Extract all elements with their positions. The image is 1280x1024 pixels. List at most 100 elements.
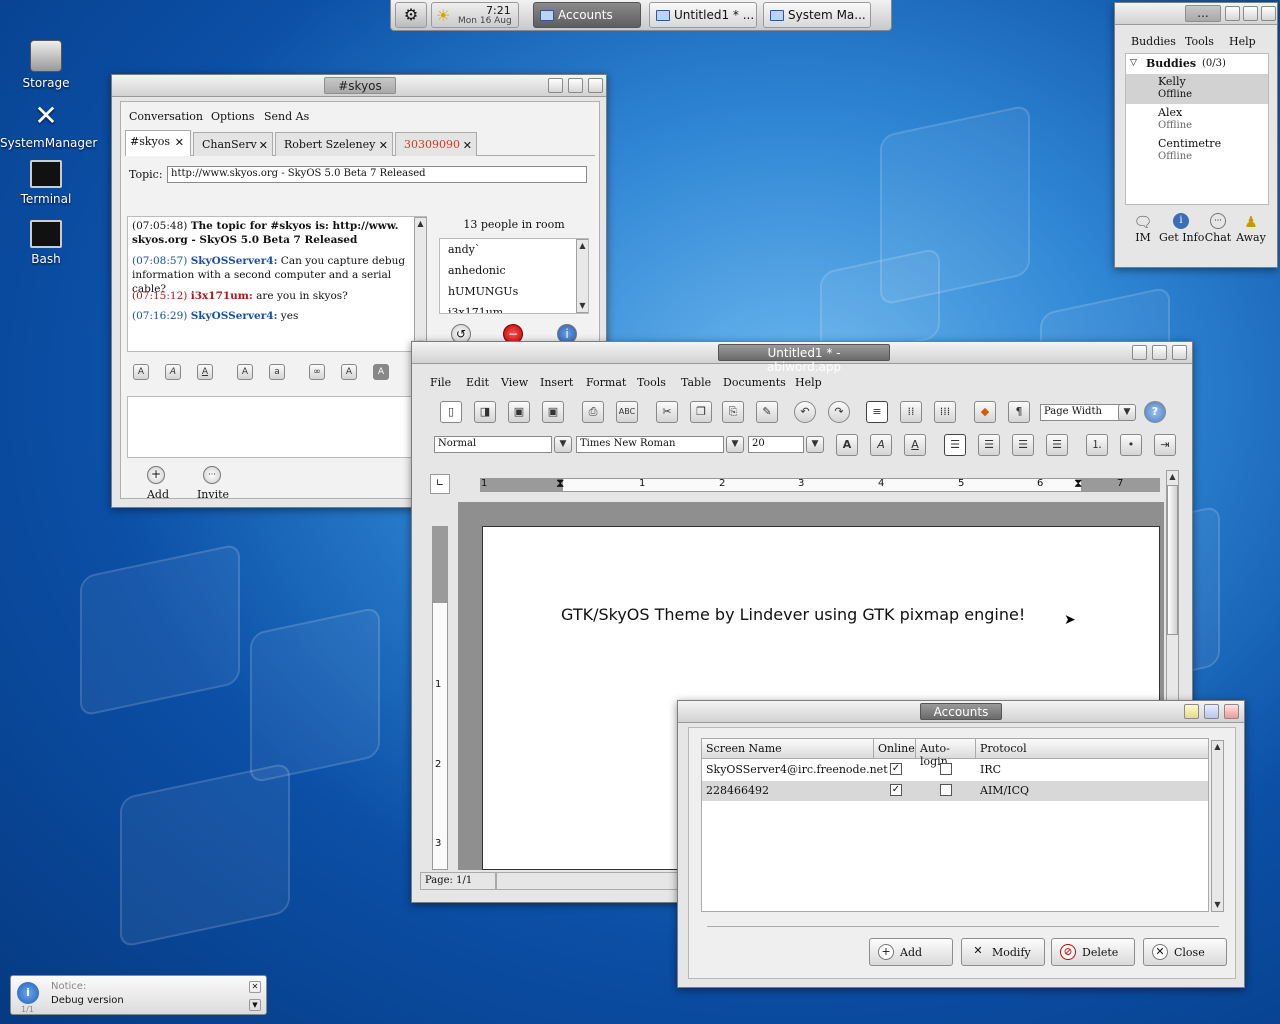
maximize-button[interactable] xyxy=(568,78,583,93)
buddy-item[interactable]: Centimetre Offline xyxy=(1126,136,1268,166)
autologin-checkbox[interactable] xyxy=(940,763,952,775)
expand-triangle-icon[interactable]: ▽ xyxy=(1130,58,1137,68)
background-color-icon[interactable]: A xyxy=(373,364,389,380)
taskbar-item-abiword[interactable]: Untitled1 * ... xyxy=(649,2,757,28)
add-button[interactable]: + Add xyxy=(143,466,173,501)
minimize-button[interactable] xyxy=(548,78,563,93)
close-accounts-button[interactable]: ✕ Close xyxy=(1143,938,1227,966)
menu-documents[interactable]: Documents xyxy=(723,376,786,389)
font-icon[interactable]: A xyxy=(341,364,357,380)
close-button[interactable] xyxy=(1261,6,1276,21)
tab-skyos[interactable]: #skyos ✕ xyxy=(125,130,191,156)
people-scrollbar[interactable]: ▲ ▼ xyxy=(576,239,588,313)
copy-icon[interactable]: ❐ xyxy=(690,401,712,423)
maximize-button[interactable] xyxy=(1152,345,1167,360)
online-checkbox[interactable]: ✓ xyxy=(890,763,902,775)
underline-icon[interactable]: A xyxy=(197,364,213,380)
help-icon[interactable]: ? xyxy=(1144,401,1166,423)
start-menu-button[interactable]: ⚙ xyxy=(395,2,427,28)
bulleted-list-icon[interactable]: • xyxy=(1120,434,1142,456)
font-smaller-icon[interactable]: a xyxy=(269,364,285,380)
insert-image-icon[interactable]: ◆ xyxy=(974,401,996,423)
desktop-icon-bash[interactable]: Bash xyxy=(0,220,92,266)
menu-tools[interactable]: Tools xyxy=(637,376,666,389)
italic-icon[interactable]: A xyxy=(165,364,181,380)
desktop-icon-terminal[interactable]: Terminal xyxy=(0,160,92,206)
online-checkbox[interactable]: ✓ xyxy=(890,784,902,796)
column-header-auto-login[interactable]: Auto-login xyxy=(916,739,976,768)
scroll-up-icon[interactable]: ▲ xyxy=(1167,471,1178,483)
scroll-up-icon[interactable]: ▲ xyxy=(415,218,426,230)
taskbar-item-accounts[interactable]: Accounts xyxy=(533,2,641,28)
maximize-button[interactable] xyxy=(1204,704,1219,719)
save-as-icon[interactable]: ▣ xyxy=(542,401,564,423)
bold-icon[interactable]: A xyxy=(836,434,858,456)
titlebar[interactable]: ... xyxy=(1115,3,1277,25)
maximize-button[interactable] xyxy=(1243,6,1258,21)
person-item[interactable]: anhedonic xyxy=(448,264,506,277)
right-margin-marker-icon[interactable]: ⧗ xyxy=(1074,476,1082,491)
chat-button[interactable]: ··· Chat xyxy=(1203,213,1233,244)
taskbar-item-system-manager[interactable]: System Ma... xyxy=(763,2,871,28)
save-icon[interactable]: ▣ xyxy=(508,401,530,423)
menu-help[interactable]: Help xyxy=(795,376,822,389)
column-header-screen-name[interactable]: Screen Name xyxy=(702,739,874,758)
two-columns-icon[interactable]: ⁞⁞ xyxy=(900,401,922,423)
away-button[interactable]: ♟ Away xyxy=(1235,213,1267,244)
underline-icon[interactable]: A xyxy=(904,434,926,456)
menu-buddies[interactable]: Buddies xyxy=(1131,35,1176,48)
paste-icon[interactable]: ⎘ xyxy=(722,401,744,423)
scroll-up-icon[interactable]: ▲ xyxy=(1212,741,1223,753)
align-left-icon[interactable]: ☰ xyxy=(944,434,966,456)
tab-stop-icon[interactable]: ∟ xyxy=(430,474,450,494)
menu-format[interactable]: Format xyxy=(586,376,626,389)
indent-icon[interactable]: ⇥ xyxy=(1154,434,1176,456)
chevron-down-icon[interactable]: ▼ xyxy=(806,436,824,453)
scroll-down-icon[interactable]: ▼ xyxy=(577,300,588,312)
buddy-item[interactable]: Kelly Offline xyxy=(1126,74,1268,104)
align-center-icon[interactable]: ☰ xyxy=(978,434,1000,456)
justify-icon[interactable]: ☰ xyxy=(1046,434,1068,456)
titlebar[interactable]: #skyos xyxy=(112,75,606,97)
open-icon[interactable]: ◨ xyxy=(474,401,496,423)
table-row[interactable]: SkyOSServer4@irc.freenode.net ✓ IRC xyxy=(702,760,1208,780)
person-item[interactable]: hUMUNGUs xyxy=(448,285,518,298)
link-icon[interactable]: ∞ xyxy=(309,364,325,380)
spellcheck-icon[interactable]: ABC xyxy=(616,401,638,423)
add-account-button[interactable]: + Add xyxy=(869,938,953,966)
close-icon[interactable]: ✕ xyxy=(379,139,388,152)
horizontal-ruler[interactable]: 1 1 2 3 4 5 6 7 ⧗ ⧗ xyxy=(480,476,1160,492)
clock-widget[interactable]: ☀ 7:21 Mon 16 Aug xyxy=(431,2,519,28)
menu-options[interactable]: Options xyxy=(211,110,254,123)
close-button[interactable] xyxy=(1172,345,1187,360)
format-painter-icon[interactable]: ✎ xyxy=(756,401,778,423)
italic-icon[interactable]: A xyxy=(870,434,892,456)
person-item[interactable]: i3x171um xyxy=(448,306,503,313)
menu-view[interactable]: View xyxy=(501,376,528,389)
chevron-down-icon[interactable]: ▼ xyxy=(1118,404,1136,421)
autologin-checkbox[interactable] xyxy=(940,784,952,796)
tab-30309090[interactable]: 30309090 ✕ xyxy=(395,132,477,156)
minimize-button[interactable] xyxy=(1132,345,1147,360)
menu-file[interactable]: File xyxy=(430,376,451,389)
zoom-select[interactable]: Page Width xyxy=(1040,404,1120,421)
font-size-select[interactable]: 20 xyxy=(748,436,804,453)
minimize-button[interactable] xyxy=(1225,6,1240,21)
menu-table[interactable]: Table xyxy=(681,376,711,389)
redo-icon[interactable]: ↷ xyxy=(828,401,850,423)
column-header-protocol[interactable]: Protocol xyxy=(976,739,1208,758)
titlebar[interactable]: Accounts xyxy=(678,701,1244,723)
close-icon[interactable]: ✕ xyxy=(463,139,472,152)
invite-button[interactable]: ··· Invite xyxy=(193,466,233,501)
numbered-list-icon[interactable]: ⒈ xyxy=(1086,434,1108,456)
message-scrollbar[interactable]: ▲▼ xyxy=(414,217,427,351)
font-larger-icon[interactable]: A xyxy=(237,364,253,380)
one-column-icon[interactable]: ≡ xyxy=(866,401,888,423)
modify-account-button[interactable]: ✕ Modify xyxy=(961,938,1045,966)
message-input[interactable] xyxy=(127,396,427,458)
close-button[interactable] xyxy=(588,78,603,93)
three-columns-icon[interactable]: ⁞⁞⁞ xyxy=(934,401,956,423)
menu-help[interactable]: Help xyxy=(1229,35,1256,48)
scroll-thumb[interactable] xyxy=(1167,485,1178,635)
get-info-button[interactable]: i Get Info xyxy=(1159,213,1204,244)
